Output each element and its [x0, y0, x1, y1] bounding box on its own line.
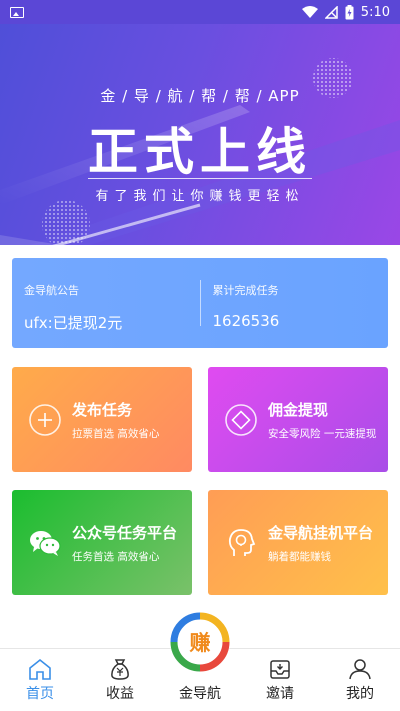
hero-divider	[88, 178, 312, 179]
nav-label: 金导航	[179, 686, 221, 702]
wechat-task-card[interactable]: 公众号任务平台 任务首选 高效省心	[12, 490, 192, 595]
hero-title: 正式上线	[88, 123, 312, 181]
announcement-panel[interactable]: 金导航公告 ufx:已提现2元	[12, 258, 200, 348]
nav-label: 我的	[346, 686, 374, 702]
card-desc: 躺着都能赚钱	[268, 550, 331, 563]
completed-tasks-count: 1626536	[212, 312, 280, 330]
publish-task-card[interactable]: 发布任务 拉票首选 高效省心	[12, 367, 192, 472]
card-desc: 安全零风险 一元速提现	[268, 427, 377, 440]
idle-earn-card[interactable]: 金导航挂机平台 躺着都能赚钱	[208, 490, 388, 595]
center-logo-button[interactable]: 赚	[170, 612, 230, 672]
status-time: 5:10	[360, 4, 390, 20]
notice-card[interactable]: 金导航公告 ufx:已提现2元 累计完成任务 1626536	[12, 258, 388, 348]
image-icon	[10, 6, 24, 18]
status-bar: 5:10	[0, 0, 400, 24]
announcement-text: ufx:已提现2元	[24, 314, 123, 332]
commission-withdraw-card[interactable]: 佣金提现 安全零风险 一元速提现	[208, 367, 388, 472]
person-icon	[349, 659, 371, 680]
nav-invite[interactable]: 邀请	[240, 649, 320, 711]
home-icon	[29, 658, 51, 680]
card-title: 金导航挂机平台	[268, 523, 374, 542]
no-signal-icon	[324, 5, 338, 19]
nav-label: 邀请	[266, 686, 294, 702]
plus-circle-icon	[29, 403, 61, 436]
logo-char: 赚	[190, 631, 211, 655]
hero-tagline: 金 / 导 / 航 / 帮 / 帮 / APP	[100, 87, 300, 105]
nav-home[interactable]: 首页	[0, 649, 80, 711]
completed-tasks-label: 累计完成任务	[212, 284, 279, 297]
completed-tasks-panel: 累计完成任务 1626536	[199, 280, 389, 330]
money-bag-icon	[111, 659, 129, 680]
diamond-icon	[225, 403, 257, 436]
battery-charging-icon	[345, 4, 354, 19]
logo-icon: 赚	[170, 612, 230, 672]
hero-subtitle: 有了我们让你赚钱更轻松	[95, 189, 305, 204]
inbox-icon	[270, 660, 290, 679]
nav-label: 收益	[106, 686, 134, 702]
card-title: 佣金提现	[268, 400, 329, 419]
head-bulb-icon	[228, 528, 256, 556]
card-title: 公众号任务平台	[72, 523, 178, 542]
nav-profile[interactable]: 我的	[320, 649, 400, 711]
wechat-icon	[30, 530, 61, 556]
card-desc: 任务首选 高效省心	[72, 550, 160, 563]
announcement-label: 金导航公告	[24, 284, 79, 297]
hero-banner[interactable]: 金 / 导 / 航 / 帮 / 帮 / APP 正式上线 有了我们让你赚钱更轻松	[0, 0, 400, 245]
nav-label: 首页	[26, 686, 54, 702]
card-desc: 拉票首选 高效省心	[72, 427, 160, 440]
nav-earnings[interactable]: 收益	[80, 649, 160, 711]
wifi-icon	[301, 6, 318, 18]
card-title: 发布任务	[72, 400, 133, 419]
